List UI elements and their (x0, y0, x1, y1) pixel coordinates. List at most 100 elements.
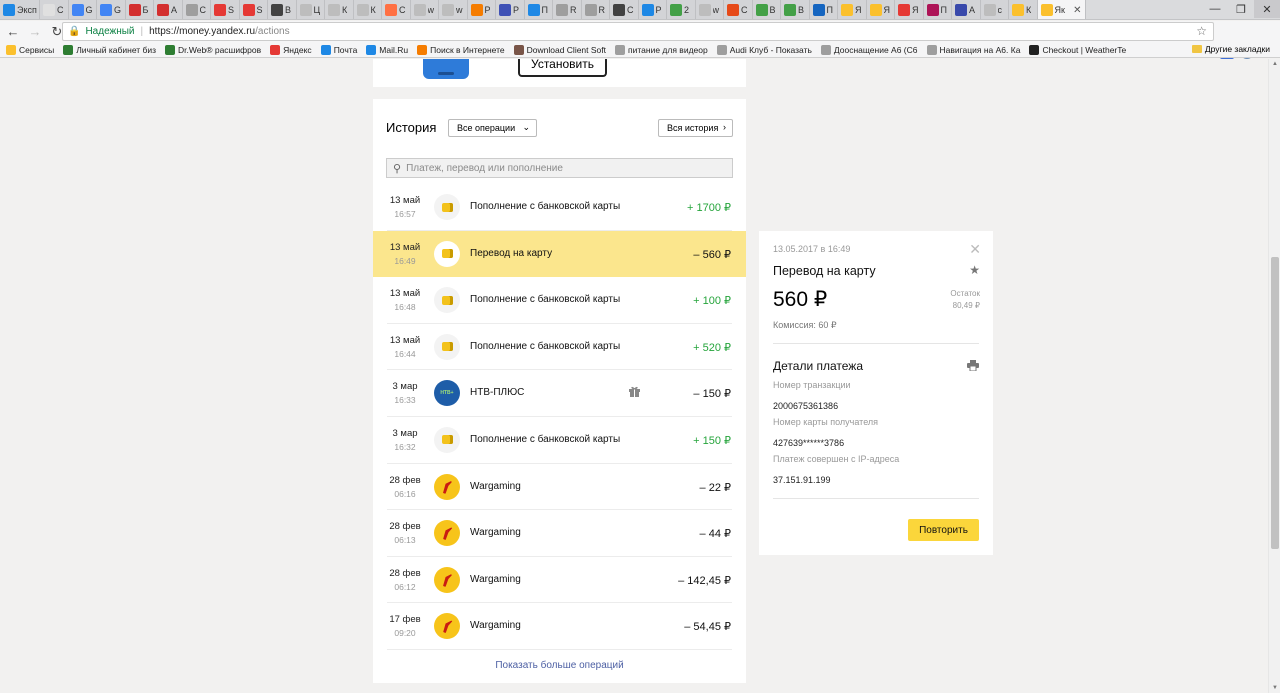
operation-row[interactable]: 3 мар 16:32 Пополнение с банковской карты +… (387, 417, 732, 464)
tab-label: Б (142, 5, 149, 15)
bookmark-item[interactable]: Dr.Web® расшифров (165, 44, 261, 55)
browser-tab[interactable]: П (524, 0, 553, 19)
bookmark-item[interactable]: Почта (320, 44, 358, 55)
bookmark-star-icon[interactable]: ☆ (1196, 24, 1207, 38)
scroll-down-icon[interactable]: ▼ (1272, 685, 1278, 691)
browser-tab-active[interactable]: Як ✕ (1037, 0, 1086, 19)
print-icon[interactable] (967, 360, 979, 371)
install-button[interactable]: Установить (518, 59, 607, 77)
history-panel: История Все операции ⌄ Вся история › ⚲ 1… (373, 99, 746, 683)
operation-date: 28 фев 06:16 (388, 475, 422, 499)
browser-tab[interactable]: w (695, 0, 724, 19)
bookmark-item[interactable]: Checkout | WeatherTe (1029, 44, 1126, 55)
browser-tab[interactable]: В (752, 0, 781, 19)
operation-row[interactable]: 3 мар 16:33 НТВ+ НТВ-ПЛЮС – 150 ₽ (387, 370, 732, 417)
browser-tab[interactable]: К (1009, 0, 1038, 19)
show-more-link[interactable]: Показать больше операций (373, 660, 746, 671)
bookmark-item[interactable]: Навигация на А6. Ка (926, 44, 1020, 55)
window-close-icon[interactable]: ✕ (1254, 0, 1280, 18)
tab-label: Ц (313, 5, 321, 15)
all-history-button[interactable]: Вся история › (658, 119, 733, 137)
browser-tab[interactable]: Р (467, 0, 496, 19)
operation-row[interactable]: 28 фев 06:16 Wargaming – 22 ₽ (387, 464, 732, 511)
browser-tab[interactable]: С (610, 0, 639, 19)
browser-tab[interactable]: А (154, 0, 183, 19)
scroll-up-icon[interactable]: ▲ (1272, 61, 1278, 67)
back-icon[interactable]: ← (4, 23, 22, 41)
browser-tab[interactable]: w (439, 0, 468, 19)
scrollbar-thumb[interactable] (1271, 257, 1279, 549)
forward-icon[interactable]: → (26, 23, 44, 41)
browser-tab[interactable]: В (268, 0, 297, 19)
page-scrollbar[interactable]: ▲ ▼ (1268, 59, 1280, 693)
browser-tab[interactable]: К (325, 0, 354, 19)
browser-tab[interactable]: Б (125, 0, 154, 19)
bookmark-item[interactable]: Download Client Soft (513, 44, 606, 55)
browser-tab[interactable]: Р (638, 0, 667, 19)
browser-tab[interactable]: Я (838, 0, 867, 19)
operation-row[interactable]: 17 фев 09:20 Wargaming – 54,45 ₽ (387, 603, 732, 650)
browser-tab[interactable]: Ц (296, 0, 325, 19)
other-bookmarks[interactable]: Другие закладки (1191, 44, 1270, 54)
gift-icon (629, 387, 640, 398)
browser-tab[interactable]: S (211, 0, 240, 19)
operation-row[interactable]: 28 фев 06:13 Wargaming – 44 ₽ (387, 510, 732, 557)
browser-tab[interactable]: w (410, 0, 439, 19)
browser-tab[interactable]: c (980, 0, 1009, 19)
operation-date: 13 май 16:48 (388, 288, 422, 312)
browser-tab[interactable]: 2 (667, 0, 696, 19)
bookmark-item[interactable]: питание для видеор (615, 44, 708, 55)
browser-tab[interactable]: R (581, 0, 610, 19)
browser-tab[interactable]: Я (895, 0, 924, 19)
operation-row[interactable]: 28 фев 06:12 Wargaming – 142,45 ₽ (387, 557, 732, 604)
address-bar[interactable]: 🔒 Надежный | https://money.yandex.ru/act… (62, 22, 1214, 41)
search-input[interactable] (406, 162, 727, 174)
operation-row[interactable]: 13 май 16:48 Пополнение с банковской карты… (387, 277, 732, 324)
tab-label: Эксп (17, 5, 37, 15)
tab-label: С (399, 5, 406, 15)
browser-tab[interactable]: G (68, 0, 97, 19)
browser-tab[interactable]: П (923, 0, 952, 19)
bookmark-item[interactable]: Яндекс (270, 44, 312, 55)
browser-tab[interactable]: С (182, 0, 211, 19)
browser-tab[interactable]: G (97, 0, 126, 19)
browser-tab[interactable]: А (952, 0, 981, 19)
tab-close-icon[interactable]: ✕ (1073, 5, 1081, 16)
operation-row[interactable]: 13 май 16:44 Пополнение с банковской карты… (387, 324, 732, 371)
tab-favicon-icon (299, 4, 312, 16)
tab-label: C (57, 5, 64, 15)
bookmark-item[interactable]: Поиск в Интернете (417, 44, 505, 55)
browser-tab[interactable]: R (553, 0, 582, 19)
tab-label: С (741, 5, 748, 15)
bookmark-item[interactable]: Сервисы (6, 44, 54, 55)
bookmark-label: Почта (333, 44, 358, 55)
operation-row[interactable]: 13 май 16:57 Пополнение с банковской карты… (387, 184, 732, 231)
operations-filter-select[interactable]: Все операции ⌄ (448, 119, 537, 137)
tab-favicon-icon (727, 4, 739, 16)
browser-tab[interactable]: Я (866, 0, 895, 19)
browser-tab[interactable]: C (40, 0, 69, 19)
browser-tab[interactable]: С (724, 0, 753, 19)
browser-tab[interactable]: Р (496, 0, 525, 19)
browser-tab[interactable]: В (781, 0, 810, 19)
close-icon[interactable]: ✕ (969, 241, 981, 258)
wargaming-logo-icon (434, 473, 460, 500)
operation-row-selected[interactable]: 13 май 16:49 Перевод на карту – 560 ₽ (373, 230, 746, 278)
bookmark-item[interactable]: Дооснащение А6 (С6 (820, 44, 918, 55)
browser-tab[interactable]: П (809, 0, 838, 19)
search-icon: ⚲ (393, 162, 402, 175)
minimize-icon[interactable]: — (1202, 0, 1228, 18)
favorite-star-icon[interactable]: ★ (969, 263, 980, 277)
browser-tab[interactable]: С (382, 0, 411, 19)
bookmark-item[interactable]: Mail.Ru (366, 44, 408, 55)
browser-tab[interactable]: Эксп (0, 0, 40, 19)
bookmark-item[interactable]: Личный кабинет биз (63, 44, 156, 55)
repeat-button[interactable]: Повторить (908, 519, 979, 541)
browser-tab[interactable]: S (239, 0, 268, 19)
balance-value: 80,49 ₽ (952, 301, 980, 310)
bookmark-item[interactable]: Audi Клуб - Показать (716, 44, 812, 55)
browser-tab[interactable]: К (353, 0, 382, 19)
url-text: https://money.yandex.ru/actions (149, 26, 289, 37)
wargaming-logo-icon (434, 566, 460, 593)
maximize-icon[interactable]: ❐ (1228, 0, 1254, 18)
